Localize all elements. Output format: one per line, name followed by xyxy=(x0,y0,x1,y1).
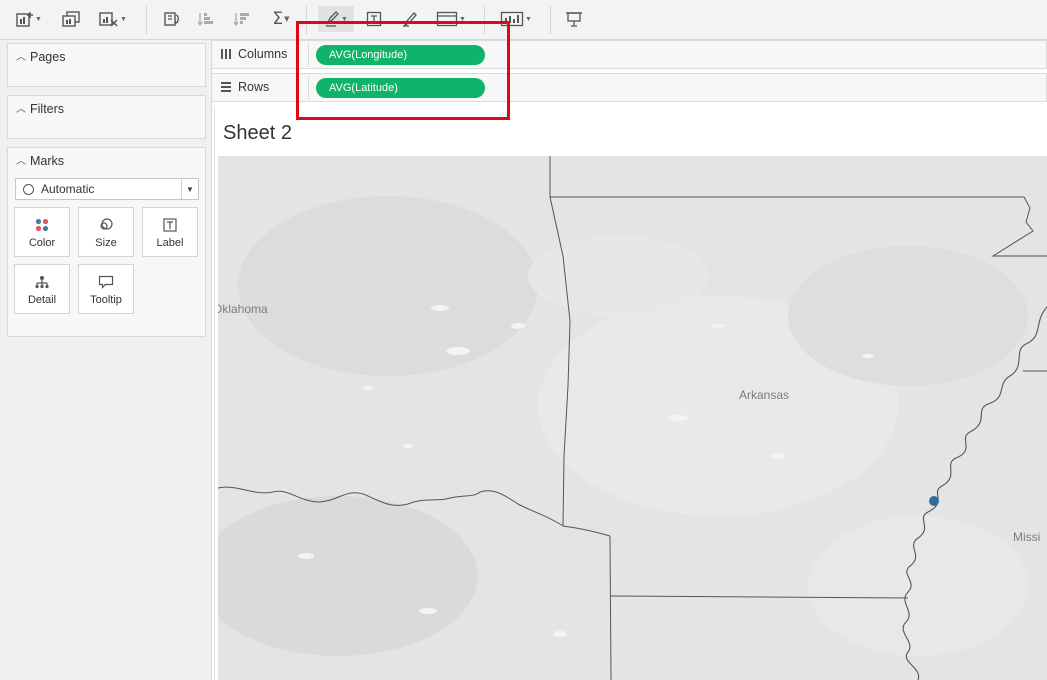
label-button[interactable]: Label xyxy=(142,207,198,257)
pages-header[interactable]: ︿ Pages xyxy=(16,49,65,64)
columns-icon xyxy=(220,48,232,60)
collapse-chevron-icon[interactable]: ︿ xyxy=(16,152,26,167)
toolbar: ▼ ▼ Σ ▼ ▼ ▼ ▼ xyxy=(0,0,1047,40)
rows-shelf-label: Rows xyxy=(220,80,269,94)
worksheet-view: Sheet 2 Oklahoma Arkansas Missi xyxy=(214,108,1047,680)
mark-type-value: Automatic xyxy=(41,182,95,196)
sheet-title[interactable]: Sheet 2 xyxy=(223,122,292,145)
sum-glyph: Σ xyxy=(272,9,284,29)
pages-title: Pages xyxy=(30,50,66,64)
collapse-chevron-icon[interactable]: ︿ xyxy=(16,100,26,115)
label-label: Label xyxy=(156,236,184,249)
columns-label-text: Columns xyxy=(238,47,288,61)
columns-shelf-label: Columns xyxy=(220,47,287,61)
color-label: Color xyxy=(28,236,56,249)
detail-icon xyxy=(34,273,50,291)
filters-title: Filters xyxy=(30,102,65,116)
map-label-mississippi: Missi xyxy=(1013,530,1041,544)
detail-button[interactable]: Detail xyxy=(14,264,70,314)
filters-card[interactable]: ︿ Filters xyxy=(7,95,206,139)
totals-sum-icon[interactable]: Σ ▼ xyxy=(266,6,296,32)
color-button[interactable]: Color xyxy=(14,207,70,257)
filters-header[interactable]: ︿ Filters xyxy=(16,101,64,116)
pages-card[interactable]: ︿ Pages xyxy=(7,43,206,87)
data-point[interactable] xyxy=(929,496,939,506)
size-button[interactable]: Size xyxy=(78,207,134,257)
rows-icon xyxy=(220,81,232,93)
rows-label-text: Rows xyxy=(238,80,270,94)
tooltip-button[interactable]: Tooltip xyxy=(78,264,134,314)
label-icon xyxy=(163,216,177,234)
presentation-icon[interactable] xyxy=(562,6,586,32)
sort-descending-icon[interactable] xyxy=(230,6,254,32)
dropdown-arrow-icon[interactable]: ▼ xyxy=(181,179,198,199)
marks-header[interactable]: ︿ Marks xyxy=(16,153,64,168)
map-canvas xyxy=(218,156,1047,680)
tooltip-label: Tooltip xyxy=(90,293,122,306)
mark-type-dropdown[interactable]: Automatic ▼ xyxy=(15,178,199,200)
map-label-arkansas: Arkansas xyxy=(739,388,790,402)
map[interactable]: Oklahoma Arkansas Missi xyxy=(218,156,1047,680)
size-icon xyxy=(98,216,114,234)
marks-title: Marks xyxy=(30,154,65,168)
terrain-shading xyxy=(218,156,1047,680)
color-icon xyxy=(35,216,49,234)
marks-card: ︿ Marks Automatic ▼ Color Size Label Det… xyxy=(7,147,206,337)
circle-mark-icon xyxy=(23,183,34,195)
add-datasource-icon[interactable]: ▼ xyxy=(14,6,44,32)
duplicate-sheet-icon[interactable] xyxy=(58,6,84,32)
collapse-chevron-icon[interactable]: ︿ xyxy=(16,48,26,63)
clear-sheet-icon[interactable]: ▼ xyxy=(96,6,130,32)
tooltip-icon xyxy=(98,273,114,291)
highlight-box xyxy=(296,21,510,120)
map-label-oklahoma: Oklahoma xyxy=(218,302,268,316)
sort-ascending-icon[interactable] xyxy=(194,6,218,32)
detail-label: Detail xyxy=(27,293,57,306)
size-label: Size xyxy=(95,236,117,249)
left-pane: ︿ Pages ︿ Filters ︿ Marks Automatic ▼ Color… xyxy=(0,40,212,680)
swap-rows-columns-icon[interactable] xyxy=(160,6,184,32)
